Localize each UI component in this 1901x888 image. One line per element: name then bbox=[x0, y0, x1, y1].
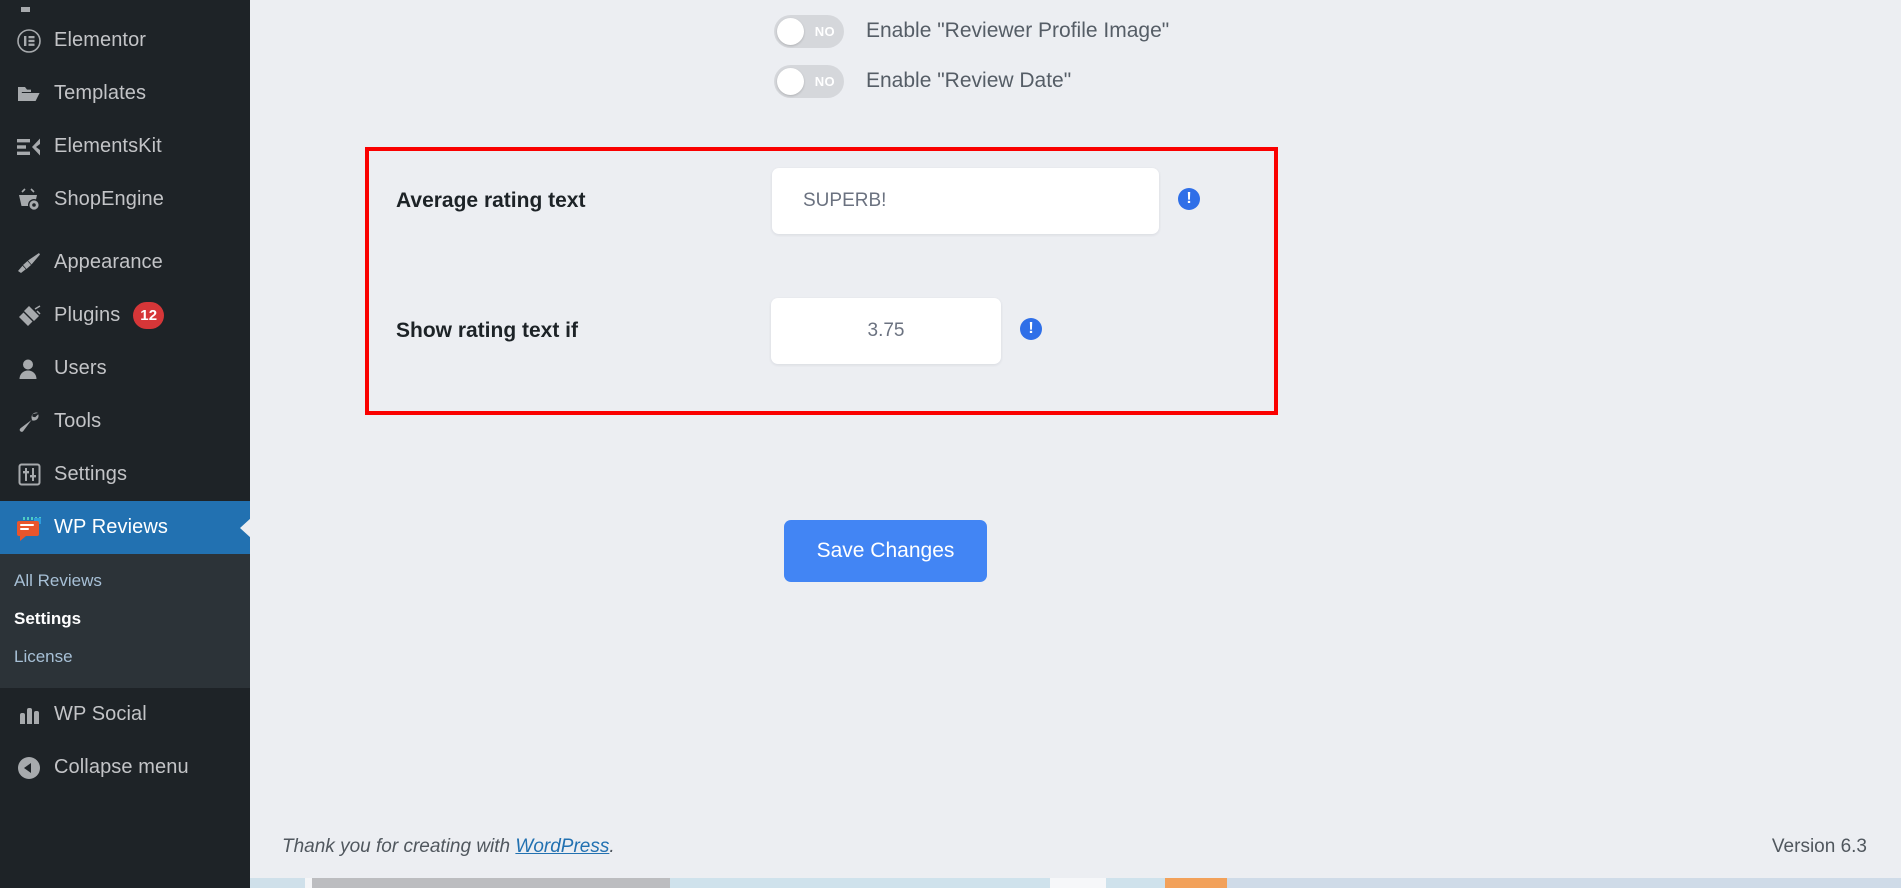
sidebar-item-label: Templates bbox=[54, 82, 147, 104]
wordpress-version-text: Version 6.3 bbox=[1771, 836, 1867, 857]
wp-social-icon bbox=[12, 706, 46, 724]
toggle-label: Enable "Review Date" bbox=[866, 69, 1072, 92]
wp-reviews-icon bbox=[12, 517, 46, 541]
sidebar-item-shopengine[interactable]: ShopEngine bbox=[0, 173, 250, 226]
sliders-icon bbox=[12, 463, 46, 486]
field-row-show-rating-text-if: Show rating text if ! bbox=[396, 298, 1042, 364]
strip-segment bbox=[250, 878, 305, 888]
toggles-area: NO Enable "Reviewer Profile Image" NO En… bbox=[250, 0, 1901, 106]
wordpress-link[interactable]: WordPress bbox=[515, 836, 609, 857]
sidebar-item-appearance[interactable]: Appearance bbox=[0, 236, 250, 289]
footer-thanks-text: Thank you for creating with WordPress. bbox=[282, 836, 615, 858]
sidebar-item-label: ElementsKit bbox=[54, 135, 162, 157]
sidebar-item-label: Settings bbox=[54, 463, 128, 485]
elementskit-icon bbox=[12, 136, 46, 158]
admin-footer: Thank you for creating with WordPress. V… bbox=[250, 826, 1901, 868]
admin-sidebar: Elementor Templates ElementsKit ShopEngi… bbox=[0, 0, 250, 888]
elementor-icon bbox=[12, 28, 46, 53]
wordpress-admin-screen: Elementor Templates ElementsKit ShopEngi… bbox=[0, 0, 1901, 888]
sidebar-item-users[interactable]: Users bbox=[0, 342, 250, 395]
field-label: Average rating text bbox=[396, 189, 586, 212]
sidebar-item-tools[interactable]: Tools bbox=[0, 395, 250, 448]
field-row-average-rating-text: Average rating text ! bbox=[396, 168, 1200, 234]
sidebar-item-wp-social[interactable]: WP Social bbox=[0, 688, 250, 741]
sidebar-item-label: ShopEngine bbox=[54, 188, 164, 210]
sidebar-item-collapse-menu[interactable]: Collapse menu bbox=[0, 741, 250, 794]
folder-icon bbox=[12, 83, 46, 105]
sidebar-item-settings[interactable]: Settings bbox=[0, 448, 250, 501]
info-icon[interactable]: ! bbox=[1020, 318, 1042, 340]
toggle-state-label: NO bbox=[814, 73, 835, 89]
browser-bottom-strip bbox=[250, 878, 1901, 888]
collapse-menu-icon bbox=[12, 756, 46, 779]
active-menu-arrow-icon bbox=[240, 517, 250, 538]
submenu-item-all-reviews[interactable]: All Reviews bbox=[0, 562, 250, 600]
shopengine-basket-icon bbox=[12, 188, 46, 211]
toggle-label: Enable "Reviewer Profile Image" bbox=[866, 19, 1170, 42]
sidebar-item-label: Users bbox=[54, 357, 107, 379]
show-rating-text-if-input[interactable] bbox=[771, 298, 1001, 364]
paintbrush-icon bbox=[12, 252, 46, 274]
sidebar-item-label: Elementor bbox=[54, 29, 147, 51]
plugins-update-badge: 12 bbox=[133, 302, 165, 329]
strip-segment bbox=[670, 878, 1050, 888]
save-changes-button[interactable]: Save Changes bbox=[784, 520, 987, 582]
average-rating-text-input[interactable] bbox=[772, 168, 1159, 234]
plug-icon bbox=[12, 304, 46, 327]
user-icon bbox=[12, 358, 46, 380]
sidebar-item-elementskit[interactable]: ElementsKit bbox=[0, 120, 250, 173]
sidebar-item-clipped[interactable] bbox=[0, 0, 250, 14]
toggle-reviewer-profile-image[interactable]: NO bbox=[774, 14, 844, 48]
sidebar-item-elementor[interactable]: Elementor bbox=[0, 14, 250, 67]
strip-segment bbox=[312, 878, 670, 888]
toggle-review-date[interactable]: NO bbox=[774, 64, 844, 98]
sidebar-item-label: Appearance bbox=[54, 251, 163, 273]
toggle-knob bbox=[777, 67, 804, 95]
toggle-row-review-date: NO Enable "Review Date" bbox=[250, 56, 1901, 106]
sidebar-item-plugins[interactable]: Plugins 12 bbox=[0, 289, 250, 342]
footer-thanks-suffix: . bbox=[609, 836, 615, 857]
strip-segment bbox=[1227, 878, 1901, 888]
sidebar-item-label: WP Reviews bbox=[54, 516, 168, 538]
submenu-item-settings[interactable]: Settings bbox=[0, 600, 250, 638]
wp-reviews-submenu: All Reviews Settings License bbox=[0, 554, 250, 688]
sidebar-item-label: WP Social bbox=[54, 703, 147, 725]
clipped-menu-icon bbox=[12, 0, 46, 14]
strip-segment bbox=[1106, 878, 1165, 888]
toggle-knob bbox=[777, 17, 804, 45]
sidebar-item-wp-reviews[interactable]: WP Reviews bbox=[0, 501, 250, 554]
sidebar-item-label: Collapse menu bbox=[54, 756, 189, 778]
field-label: Show rating text if bbox=[396, 319, 579, 342]
footer-thanks-prefix: Thank you for creating with bbox=[282, 836, 516, 857]
sidebar-item-label: Plugins bbox=[54, 304, 121, 326]
strip-segment bbox=[305, 878, 312, 888]
strip-segment-active-tab[interactable] bbox=[1165, 878, 1227, 888]
sidebar-item-templates[interactable]: Templates bbox=[0, 67, 250, 120]
toggle-row-reviewer-profile-image: NO Enable "Reviewer Profile Image" bbox=[250, 6, 1901, 56]
sidebar-item-label: Tools bbox=[54, 410, 102, 432]
wrench-icon bbox=[12, 411, 46, 433]
strip-segment bbox=[1050, 878, 1106, 888]
settings-content: NO Enable "Reviewer Profile Image" NO En… bbox=[250, 0, 1901, 888]
info-icon[interactable]: ! bbox=[1178, 188, 1200, 210]
toggle-state-label: NO bbox=[814, 23, 835, 39]
submenu-item-license[interactable]: License bbox=[0, 638, 250, 676]
